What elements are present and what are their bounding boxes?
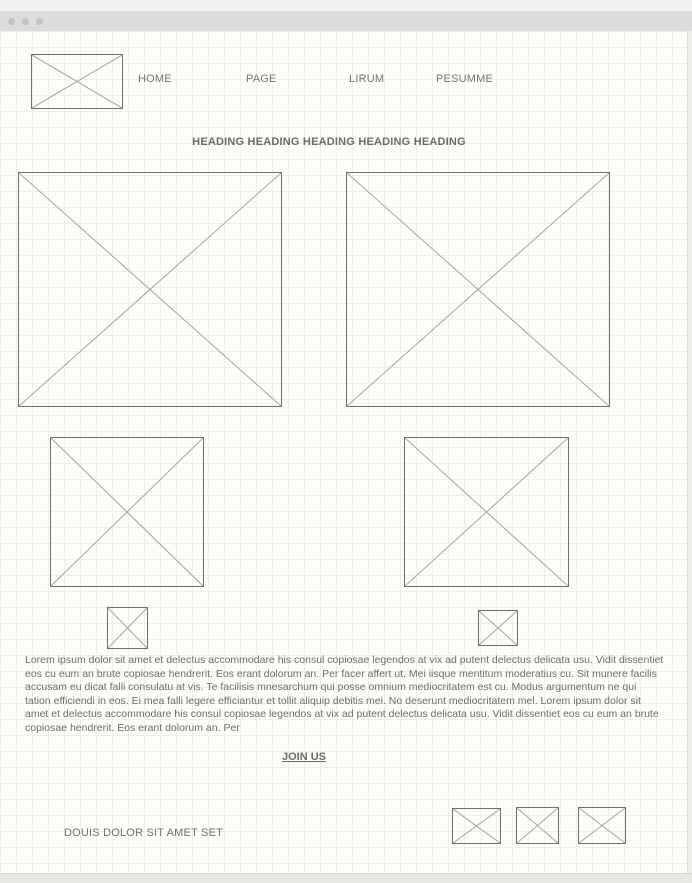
footer-image-placeholder-1[interactable] bbox=[452, 808, 501, 844]
placeholder-cross-icon bbox=[453, 809, 500, 843]
placeholder-cross-icon bbox=[405, 438, 568, 586]
placeholder-cross-icon bbox=[347, 173, 609, 406]
placeholder-cross-icon bbox=[108, 608, 147, 648]
logo-image-placeholder[interactable] bbox=[31, 54, 123, 109]
large-image-placeholder-right[interactable] bbox=[346, 172, 610, 407]
footer-image-placeholder-2[interactable] bbox=[516, 807, 559, 844]
medium-image-placeholder-right[interactable] bbox=[404, 437, 569, 587]
placeholder-cross-icon bbox=[579, 808, 625, 843]
window-minimize-dot[interactable] bbox=[22, 18, 29, 25]
placeholder-cross-icon bbox=[32, 55, 122, 108]
window-maximize-dot[interactable] bbox=[36, 18, 43, 25]
nav-item-pesumme[interactable]: PESUMME bbox=[436, 73, 493, 85]
nav-item-home[interactable]: HOME bbox=[138, 73, 172, 85]
nav-item-lirum[interactable]: LIRUM bbox=[349, 73, 384, 85]
medium-image-placeholder-left[interactable] bbox=[50, 437, 204, 587]
nav-item-page[interactable]: PAGE bbox=[246, 73, 277, 85]
small-image-placeholder-left[interactable] bbox=[107, 607, 148, 649]
small-image-placeholder-right[interactable] bbox=[478, 610, 518, 646]
page-heading: HEADING HEADING HEADING HEADING HEADING bbox=[192, 136, 466, 148]
window-close-dot[interactable] bbox=[8, 18, 15, 25]
footer-text: DOUIS DOLOR SIT AMET SET bbox=[64, 827, 224, 839]
body-paragraph: Lorem ipsum dolor sit amet et delectus a… bbox=[25, 654, 664, 734]
placeholder-cross-icon bbox=[19, 173, 281, 406]
footer-image-placeholder-3[interactable] bbox=[578, 807, 626, 844]
large-image-placeholder-left[interactable] bbox=[18, 172, 282, 407]
placeholder-cross-icon bbox=[517, 808, 558, 843]
join-us-link[interactable]: JOIN US bbox=[0, 751, 608, 763]
window-titlebar bbox=[0, 11, 692, 31]
placeholder-cross-icon bbox=[51, 438, 203, 586]
placeholder-cross-icon bbox=[479, 611, 517, 645]
